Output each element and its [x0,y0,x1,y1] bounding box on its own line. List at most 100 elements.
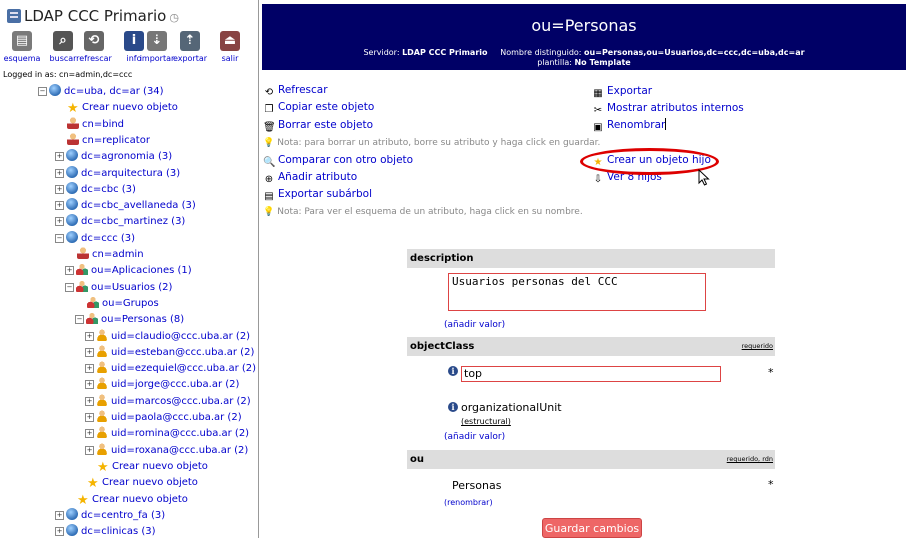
save-changes-button[interactable]: Guardar cambios [542,518,642,538]
tree-node-label[interactable]: cn=replicator [82,135,150,146]
expand-icon[interactable]: + [85,429,94,439]
info-icon[interactable]: i [448,366,458,376]
tree-node[interactable]: + dc=arquitectura (3) [55,165,180,181]
tree-node[interactable]: + uid=paola@ccc.uba.ar (2) [85,410,242,425]
tree-node-label[interactable]: uid=esteban@ccc.uba.ar (2) [111,347,254,358]
tree-node[interactable]: + uid=marcos@ccc.uba.ar (2) [85,393,251,409]
tree-node-label[interactable]: dc=uba, dc=ar (34) [64,86,164,97]
tree-node-label[interactable]: uid=romina@ccc.uba.ar (2) [111,428,249,439]
expand-icon[interactable]: + [85,331,94,341]
tree-node[interactable]: + dc=cbc_martinez (3) [55,214,185,229]
tree-node[interactable]: + uid=ezequiel@ccc.uba.ar (2) [85,361,256,376]
tree-node-label[interactable]: cn=bind [82,119,124,130]
tree-node-label[interactable]: Crear nuevo objeto [102,477,198,488]
tree-node[interactable]: + uid=romina@ccc.uba.ar (2) [85,426,249,441]
add-attribute-link[interactable]: ⊕ Añadir atributo [263,170,357,185]
tree-node-label[interactable]: uid=ezequiel@ccc.uba.ar (2) [111,363,256,374]
tree-node[interactable]: ★ Crear nuevo objeto [87,475,198,490]
tree-node-label[interactable]: ou=Aplicaciones (1) [91,265,192,276]
tree-node-label[interactable]: dc=cbc_martinez (3) [81,216,185,227]
tree-node[interactable]: + dc=cbc_avellaneda (3) [55,198,196,213]
tree-node[interactable]: + dc=agronomia (3) [55,149,172,164]
tree-node-label[interactable]: ou=Usuarios (2) [91,282,172,293]
collapse-icon[interactable]: − [75,315,84,325]
tree-node-label[interactable]: uid=claudio@ccc.uba.ar (2) [111,331,250,342]
expand-icon[interactable]: + [85,364,94,374]
attr-name-description[interactable]: description [410,249,474,268]
expand-icon[interactable]: + [55,168,64,178]
tree-node[interactable]: − ou=Usuarios (2) [65,279,172,295]
tree-node[interactable]: − dc=ccc (3) [55,230,135,246]
expand-icon[interactable]: + [55,217,64,227]
collapse-icon[interactable]: − [55,233,64,243]
tree-node-label[interactable]: Crear nuevo objeto [92,494,188,505]
tree-node-label[interactable]: dc=agronomia (3) [81,151,172,162]
expand-icon[interactable]: + [55,527,64,537]
tree-node-label[interactable]: ou=Personas (8) [101,314,184,325]
tree-node[interactable]: cn=bind [67,116,124,132]
tree-node-label[interactable]: dc=arquitectura (3) [81,168,180,179]
objectclass-add-value-link[interactable]: (añadir valor) [444,432,505,442]
toolbar-esquema-button[interactable]: ▤ esquema [2,31,42,63]
expand-icon[interactable]: + [55,152,64,162]
tree-node[interactable]: − ou=Personas (8) [75,312,184,327]
expand-icon[interactable]: + [65,266,74,276]
rename-rdn-link[interactable]: (renombrar) [444,498,493,507]
tree-node[interactable]: cn=admin [77,247,144,262]
tree-node-label[interactable]: Crear nuevo objeto [112,461,208,472]
show-internal-attrs-link[interactable]: ✂ Mostrar atributos internos [592,101,744,116]
tree-node-label[interactable]: uid=roxana@ccc.uba.ar (2) [111,445,248,456]
compare-link[interactable]: 🔍 Comparar con otro objeto [263,153,413,168]
attr-name-ou[interactable]: ou [410,450,424,469]
tree-node[interactable]: cn=replicator [67,132,150,148]
tree-node-label[interactable]: uid=jorge@ccc.uba.ar (2) [111,379,239,390]
tree-node-label[interactable]: dc=clinicas (3) [81,526,156,537]
tree-node-label[interactable]: dc=ccc (3) [81,233,135,244]
server-title[interactable]: LDAP CCC Primario ◷ [7,7,179,25]
tree-node-label[interactable]: dc=cbc_avellaneda (3) [81,200,196,211]
export-subtree-link[interactable]: ▤ Exportar subárbol [263,187,372,202]
tree-node[interactable]: + uid=claudio@ccc.uba.ar (2) [85,328,250,344]
tree-node-label[interactable]: ou=Grupos [102,298,159,309]
expand-icon[interactable]: + [85,445,94,455]
expand-icon[interactable]: + [85,347,94,357]
tree-node-label[interactable]: cn=admin [92,249,144,260]
expand-icon[interactable]: + [85,413,94,422]
tree-node[interactable]: + dc=centro_fa (3) [55,507,165,523]
tree-node-label[interactable]: dc=cbc (3) [81,184,136,195]
tree-node-label[interactable]: dc=centro_fa (3) [81,510,165,521]
attr-name-objectclass[interactable]: objectClass [410,337,474,356]
tree-node[interactable]: + dc=clinicas (3) [55,524,156,538]
toolbar-refrescar-button[interactable]: ⟲ refrescar [74,31,114,63]
tree-node[interactable]: ★ Crear nuevo objeto [97,459,208,474]
refresh-link[interactable]: ⟲ Refrescar [263,83,328,98]
tree-node-label[interactable]: Crear nuevo objeto [82,102,178,113]
collapse-icon[interactable]: − [65,282,74,292]
tree-node[interactable]: ★ Crear nuevo objeto [77,492,188,507]
tree-node[interactable]: + ou=Aplicaciones (1) [65,263,192,278]
tree-node[interactable]: + dc=cbc (3) [55,181,136,197]
copy-object-link[interactable]: ❐ Copiar este objeto [263,100,375,115]
collapse-icon[interactable]: − [38,87,47,96]
tree-node[interactable]: ou=Grupos [87,295,159,311]
tree-node[interactable]: + uid=jorge@ccc.uba.ar (2) [85,377,239,392]
rename-link[interactable]: ▣ Renombrar [592,118,667,133]
expand-icon[interactable]: + [55,510,64,520]
info-icon[interactable]: i [448,402,458,412]
tree-node-label[interactable]: uid=paola@ccc.uba.ar (2) [111,412,242,423]
objectclass-value-top[interactable]: top [461,366,721,382]
tree-node[interactable]: + uid=roxana@ccc.uba.ar (2) [85,442,248,458]
server-name[interactable]: LDAP CCC Primario [24,7,166,25]
export-link[interactable]: ▦ Exportar [592,84,652,99]
expand-icon[interactable]: + [85,380,94,390]
tree-node[interactable]: ★ Crear nuevo objeto [67,100,178,115]
toolbar-salir-button[interactable]: ⏏ salir [204,31,256,63]
tree-node-label[interactable]: uid=marcos@ccc.uba.ar (2) [111,396,251,407]
expand-icon[interactable]: + [85,396,94,406]
description-textarea[interactable]: Usuarios personas del CCC [448,273,706,311]
delete-object-link[interactable]: 🗑 Borrar este objeto [263,118,373,133]
tree-node[interactable]: − dc=uba, dc=ar (34) [38,84,164,99]
tree-node[interactable]: + uid=esteban@ccc.uba.ar (2) [85,344,254,360]
expand-icon[interactable]: + [55,184,64,194]
expand-icon[interactable]: + [55,201,64,211]
